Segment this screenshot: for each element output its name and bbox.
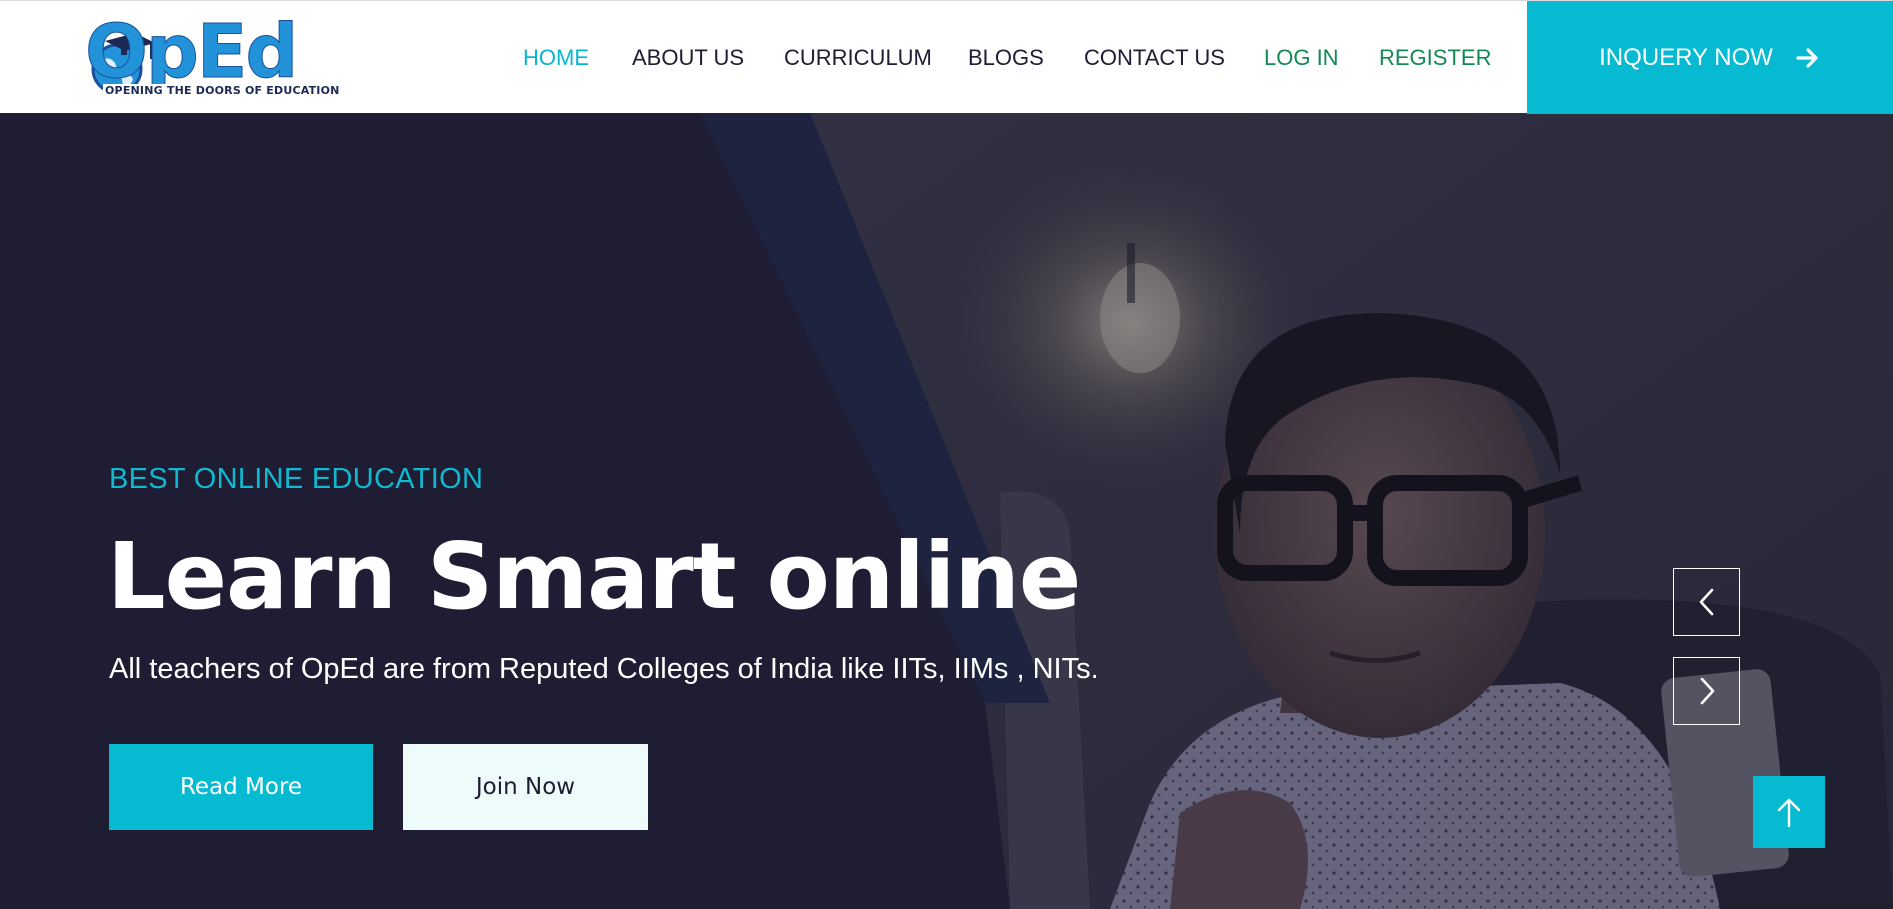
slider-next-button[interactable] (1673, 657, 1740, 725)
inquiry-now-label: INQUERY NOW (1599, 43, 1773, 71)
arrow-up-icon (1777, 798, 1801, 828)
nav-home[interactable]: HOME (523, 45, 589, 71)
nav-register[interactable]: REGISTER (1379, 45, 1491, 71)
logo-tagline: OPENING THE DOORS OF EDUCATION (103, 84, 342, 97)
nav-contact-us[interactable]: CONTACT US (1084, 45, 1225, 71)
slider-prev-button[interactable] (1673, 568, 1740, 636)
hero-eyebrow: BEST ONLINE EDUCATION (109, 463, 484, 495)
site-logo[interactable]: OpEd OPENING THE DOORS OF EDUCATION (84, 11, 355, 99)
chevron-left-icon (1699, 588, 1713, 616)
nav-blogs[interactable]: BLOGS (968, 45, 1044, 71)
hero-headline: Learn Smart online (107, 523, 1081, 630)
nav-about-us[interactable]: ABOUT US (632, 45, 744, 71)
inquiry-now-button[interactable]: INQUERY NOW (1527, 1, 1893, 114)
logo-wordmark: OpEd (84, 9, 298, 95)
read-more-button[interactable]: Read More (109, 744, 373, 830)
arrow-right-icon (1796, 47, 1818, 68)
nav-curriculum[interactable]: CURRICULUM (784, 45, 932, 71)
join-now-button[interactable]: Join Now (403, 744, 648, 830)
page: OpEd OPENING THE DOORS OF EDUCATION HOME… (0, 0, 1893, 909)
site-header: OpEd OPENING THE DOORS OF EDUCATION HOME… (0, 0, 1893, 114)
nav-log-in[interactable]: LOG IN (1264, 45, 1339, 71)
hero-subtext: All teachers of OpEd are from Reputed Co… (109, 653, 1099, 685)
hero-slider: BEST ONLINE EDUCATION Learn Smart online… (0, 113, 1893, 909)
back-to-top-button[interactable] (1753, 776, 1825, 848)
chevron-right-icon (1700, 677, 1714, 705)
